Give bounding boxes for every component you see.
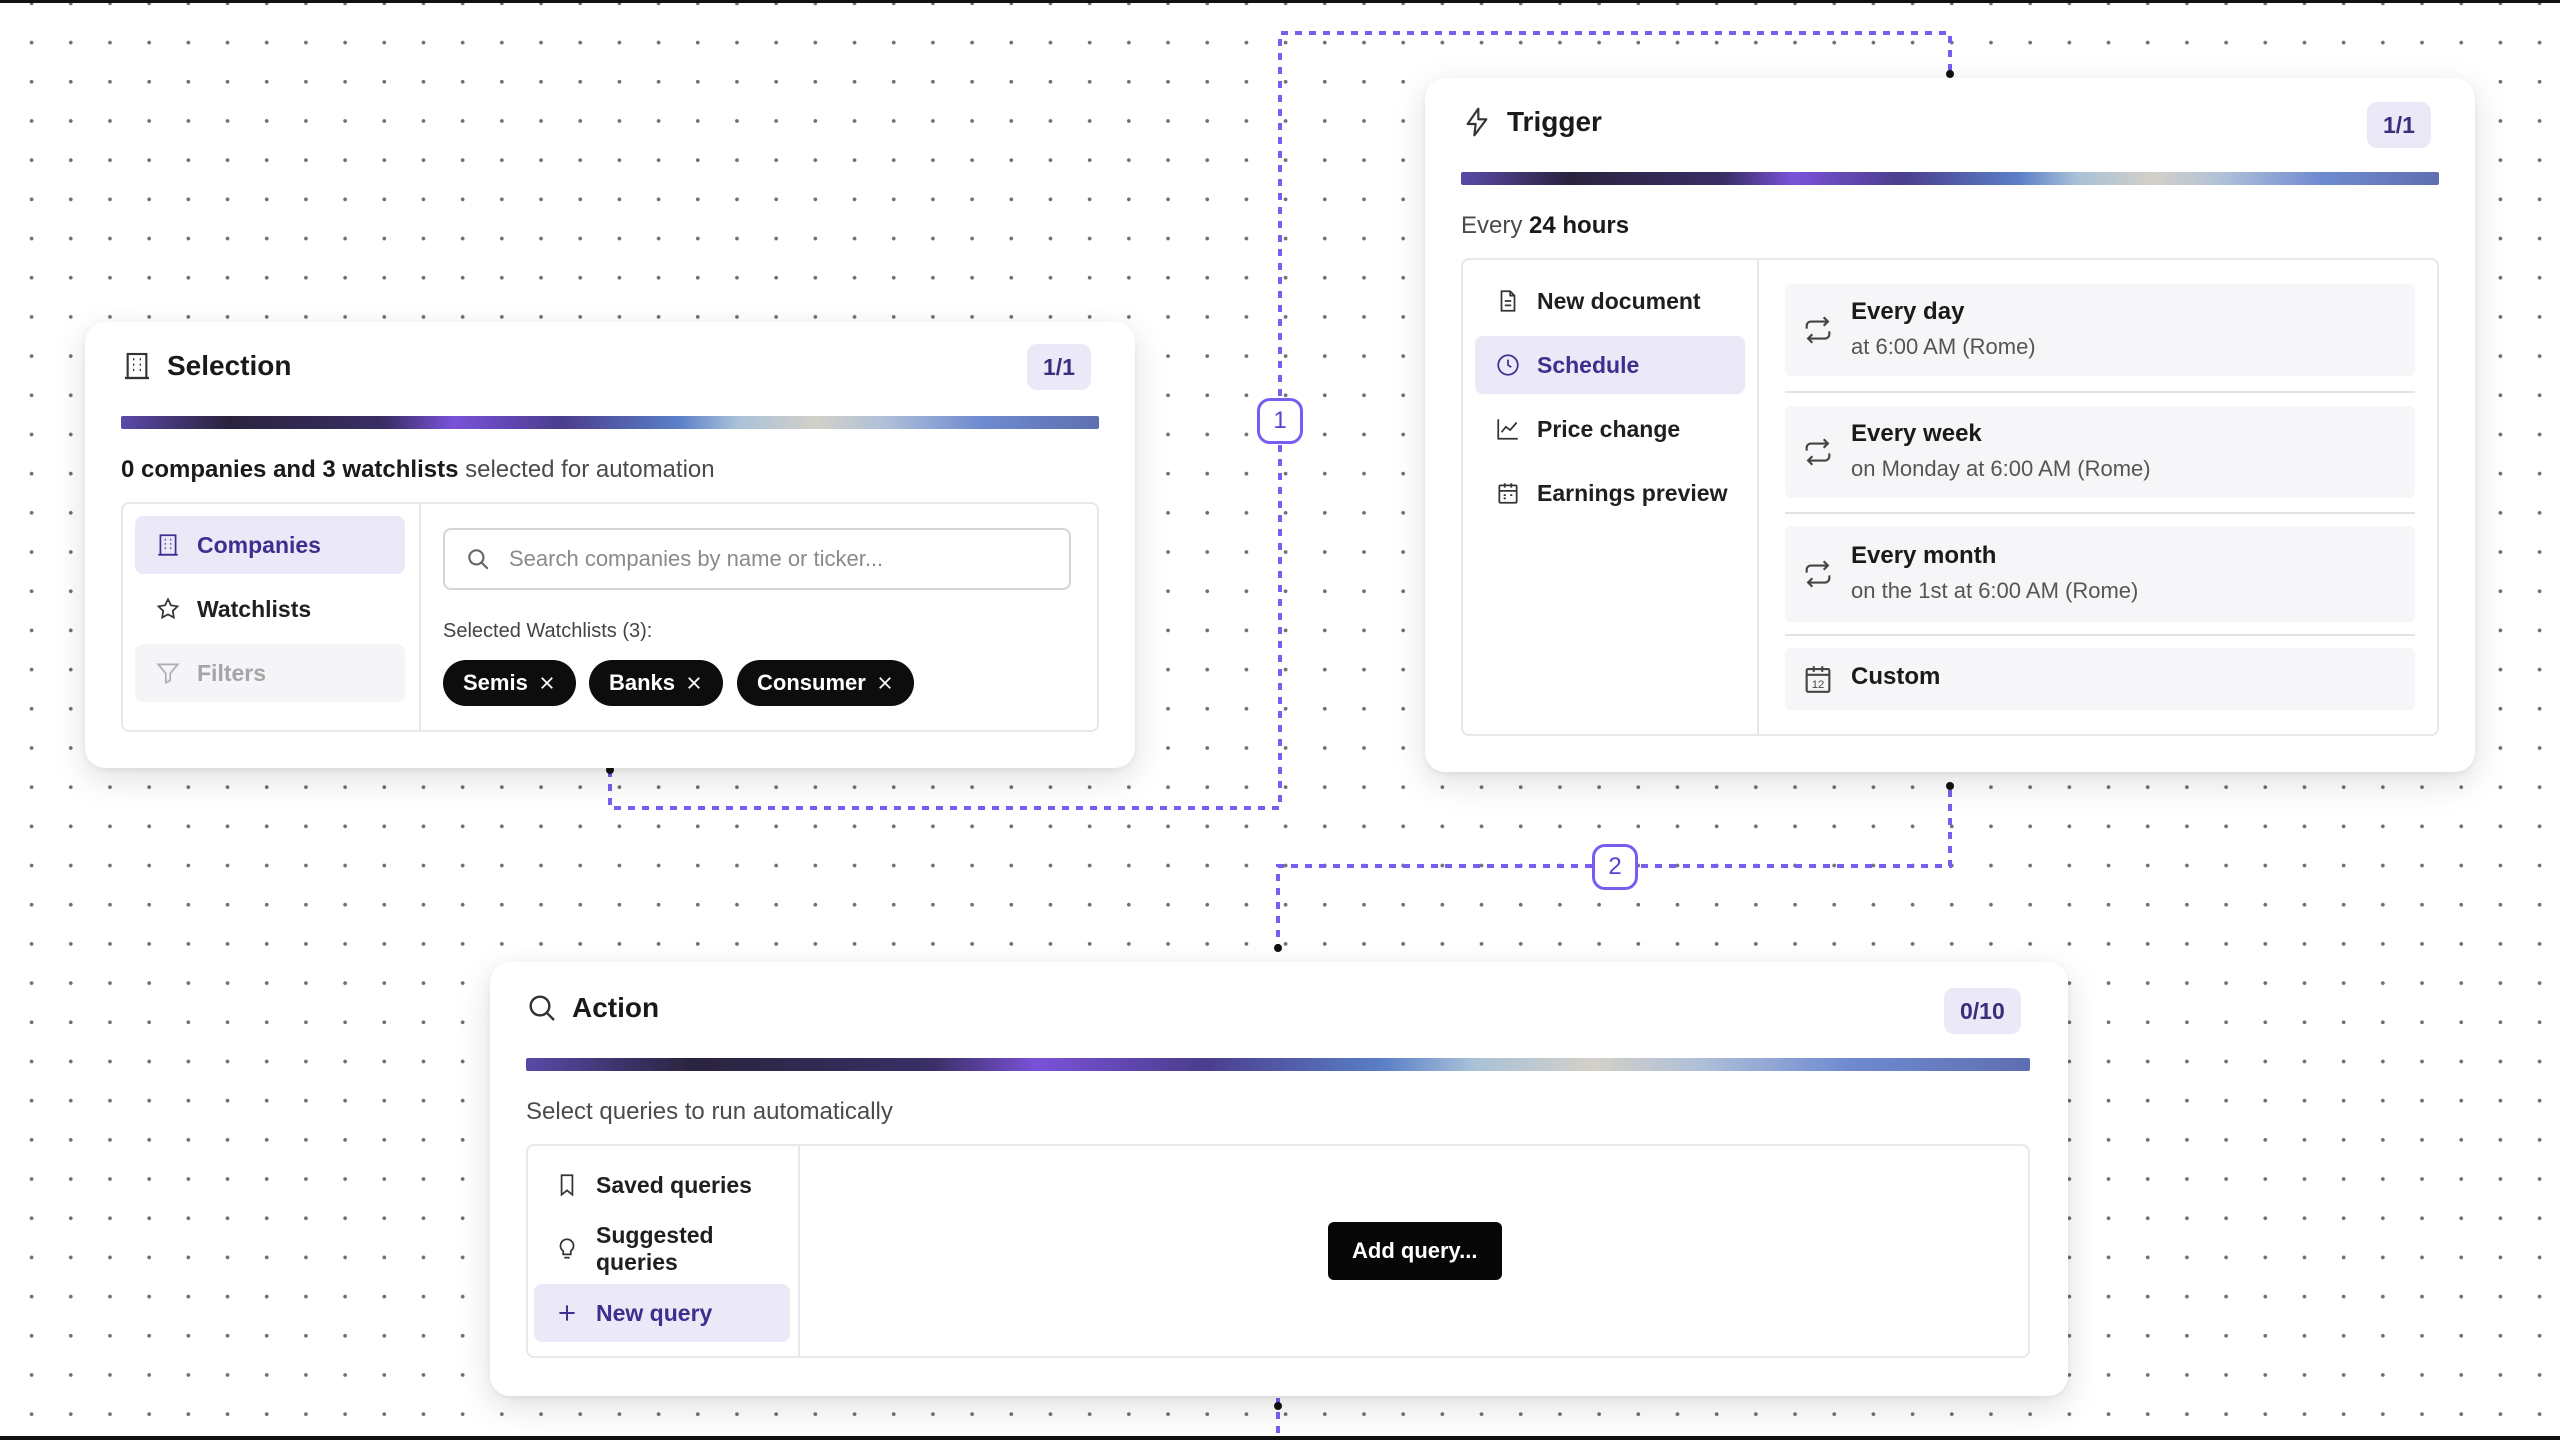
- selection-count-badge: 1/1: [1027, 344, 1091, 390]
- company-search[interactable]: [443, 528, 1071, 590]
- option-detail: at 6:00 AM (Rome): [1851, 334, 2036, 359]
- option-title: Custom: [1851, 663, 1941, 690]
- sidebar-item-price-change[interactable]: Price change: [1475, 400, 1745, 458]
- building-icon: [158, 534, 178, 556]
- sidebar-item-label: Earnings preview: [1537, 479, 1728, 506]
- sidebar-item-label: Suggested queries: [596, 1222, 714, 1275]
- action-panel-divider: [798, 1146, 800, 1356]
- sidebar-item-label: Watchlists: [197, 595, 312, 622]
- selection-summary-rest: selected for automation: [458, 456, 715, 483]
- schedule-option-every-day[interactable]: Every day at 6:00 AM (Rome): [1785, 284, 2415, 376]
- action-progress-bar: [526, 1058, 2030, 1071]
- repeat-icon: [1805, 316, 1831, 344]
- selection-title-text: Selection: [167, 350, 292, 381]
- trigger-card: Trigger 1/1 Every 24 hours New document …: [1425, 78, 2475, 772]
- watchlist-chip-banks[interactable]: Banks: [589, 660, 724, 706]
- bottom-edge-line: [0, 1436, 2560, 1440]
- add-query-button[interactable]: Add query...: [1328, 1222, 1502, 1280]
- filter-icon: [156, 663, 180, 685]
- watchlist-chip-consumer[interactable]: Consumer: [737, 660, 914, 706]
- trigger-progress-bar: [1461, 172, 2439, 185]
- sidebar-item-watchlists[interactable]: Watchlists: [135, 580, 405, 638]
- trigger-summary-bold: 24 hours: [1529, 212, 1630, 239]
- option-title: Every day: [1851, 298, 1965, 325]
- sidebar-item-label: New query: [596, 1299, 713, 1326]
- option-separator: [1785, 512, 2415, 514]
- trigger-summary-prefix: Every: [1461, 212, 1530, 239]
- selection-title: Selection: [121, 350, 291, 382]
- step-1-badge: 1: [1257, 398, 1303, 444]
- option-separator: [1785, 391, 2415, 393]
- close-icon[interactable]: [538, 674, 556, 692]
- selected-watchlists-label: Selected Watchlists (3):: [443, 620, 653, 642]
- schedule-option-every-month[interactable]: Every month on the 1st at 6:00 AM (Rome): [1785, 526, 2415, 622]
- schedule-option-custom[interactable]: 12 Custom: [1785, 648, 2415, 710]
- building-icon: [125, 352, 149, 380]
- sidebar-item-new-document[interactable]: New document: [1475, 272, 1745, 330]
- selection-card: Selection 1/1 0 companies and 3 watchlis…: [85, 322, 1135, 768]
- option-detail: on the 1st at 6:00 AM (Rome): [1851, 578, 2139, 603]
- search-icon: [529, 995, 555, 1021]
- search-input[interactable]: [509, 546, 1029, 572]
- star-icon: [156, 597, 180, 620]
- trigger-count-badge: 1/1: [2367, 102, 2431, 148]
- option-title: Every month: [1851, 542, 1997, 569]
- action-panel: Saved queries Suggested queries New quer…: [526, 1144, 2030, 1358]
- action-title: Action: [526, 992, 659, 1024]
- search-icon: [468, 549, 489, 570]
- trigger-panel: New document Schedule Price change Earni…: [1461, 258, 2439, 736]
- clock-icon: [1497, 354, 1519, 376]
- action-card: Action 0/10 Select queries to run automa…: [490, 962, 2068, 1396]
- calendar-12-icon: 12: [1805, 666, 1831, 693]
- sidebar-item-filters[interactable]: Filters: [135, 644, 405, 702]
- lightbulb-icon: [559, 1238, 575, 1259]
- sidebar-item-new-query[interactable]: New query: [534, 1284, 790, 1342]
- sidebar-item-label: Filters: [197, 659, 267, 686]
- option-title: Every week: [1851, 420, 1982, 447]
- action-summary: Select queries to run automatically: [526, 1098, 893, 1125]
- close-icon[interactable]: [876, 674, 894, 692]
- bookmark-icon: [560, 1174, 574, 1197]
- close-icon[interactable]: [685, 674, 703, 692]
- action-count-badge: 0/10: [1944, 988, 2021, 1034]
- chip-label: Banks: [609, 670, 676, 695]
- repeat-icon: [1805, 438, 1831, 466]
- sidebar-item-companies[interactable]: Companies: [135, 516, 405, 574]
- chip-label: Consumer: [757, 670, 866, 695]
- sidebar-item-earnings-preview[interactable]: Earnings preview: [1475, 464, 1745, 522]
- selection-panel: Companies Watchlists Filters Selected Wa…: [121, 502, 1099, 732]
- line-chart-icon: [1497, 419, 1518, 440]
- lightning-icon: [1466, 107, 1488, 137]
- action-title-text: Action: [572, 992, 660, 1023]
- trigger-panel-divider: [1757, 260, 1759, 734]
- plus-icon: [559, 1305, 575, 1321]
- sidebar-item-label: Schedule: [1537, 351, 1640, 378]
- sidebar-item-saved-queries[interactable]: Saved queries: [534, 1156, 790, 1214]
- calendar-day-text: 12: [1812, 679, 1825, 691]
- sidebar-item-label: Companies: [197, 531, 321, 558]
- selection-panel-divider: [419, 504, 421, 730]
- selection-progress-bar: [121, 416, 1099, 429]
- repeat-icon: [1805, 560, 1831, 588]
- schedule-option-every-week[interactable]: Every week on Monday at 6:00 AM (Rome): [1785, 406, 2415, 498]
- chip-label: Semis: [463, 670, 528, 695]
- sidebar-item-suggested-queries[interactable]: Suggested queries: [534, 1220, 790, 1278]
- selection-summary-bold: 0 companies and 3 watchlists: [121, 456, 459, 483]
- sidebar-item-label: Saved queries: [596, 1171, 752, 1198]
- sidebar-item-label: Price change: [1537, 415, 1681, 442]
- calendar-icon: [1498, 483, 1518, 504]
- sidebar-item-label: New document: [1537, 287, 1701, 314]
- step-2-badge: 2: [1592, 844, 1638, 890]
- sidebar-item-schedule[interactable]: Schedule: [1475, 336, 1745, 394]
- trigger-title-text: Trigger: [1507, 106, 1602, 137]
- selection-summary: 0 companies and 3 watchlists selected fo…: [121, 456, 715, 484]
- trigger-title: Trigger: [1461, 106, 1602, 138]
- document-icon: [1500, 290, 1516, 312]
- option-detail: on Monday at 6:00 AM (Rome): [1851, 456, 2151, 481]
- trigger-summary: Every 24 hours: [1461, 212, 1629, 240]
- option-separator: [1785, 634, 2415, 636]
- watchlist-chip-semis[interactable]: Semis: [443, 660, 576, 706]
